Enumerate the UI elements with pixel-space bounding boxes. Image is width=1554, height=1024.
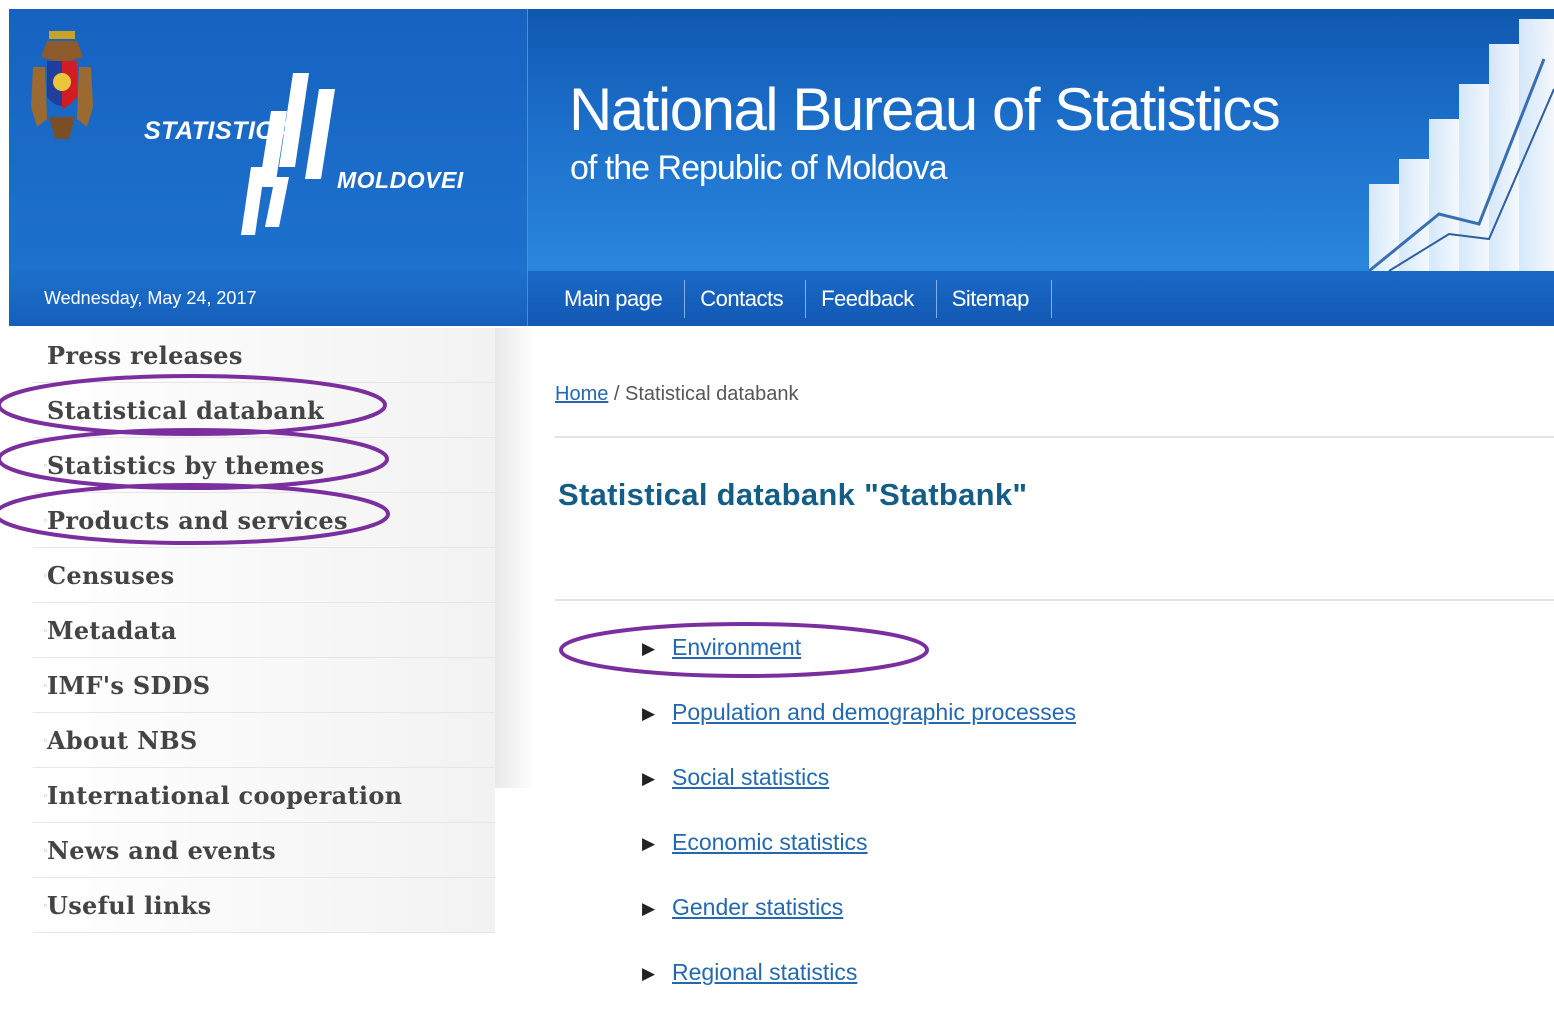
page-title: Statistical databank "Statbank": [558, 477, 1028, 512]
bullet-icon: ▫: [43, 735, 47, 745]
nav-contacts[interactable]: Contacts: [685, 279, 807, 318]
nav-sitemap[interactable]: Sitemap: [937, 279, 1052, 318]
sidebar-shadow: [495, 328, 535, 788]
category-link-gender-statistics[interactable]: Gender statistics: [672, 894, 843, 921]
sidebar-menu: Press releases Statistical databank ▫ St…: [33, 328, 495, 933]
sidebar-item-useful-links[interactable]: ▫ Useful links: [33, 878, 495, 933]
nav-main-page[interactable]: Main page: [549, 279, 686, 318]
sidebar-item-label: Useful links: [47, 890, 212, 920]
category-link-regional-statistics[interactable]: Regional statistics: [672, 959, 857, 986]
current-date: Wednesday, May 24, 2017: [44, 288, 257, 308]
databank-category-list: ▶ Environment ▶ Population and demograph…: [642, 634, 1076, 1024]
bullet-icon: ▫: [43, 845, 47, 855]
sidebar-item-label: International cooperation: [47, 780, 403, 810]
sidebar-item-label: Statistics by themes: [47, 450, 325, 480]
nav-feedback[interactable]: Feedback: [806, 279, 937, 318]
triangle-right-icon: ▶: [642, 639, 656, 658]
bullet-icon: ▫: [43, 790, 47, 800]
breadcrumb-separator: /: [608, 383, 626, 405]
category-link-economic-statistics[interactable]: Economic statistics: [672, 829, 868, 856]
list-item: ▶ Regional statistics: [642, 959, 1076, 1024]
top-navigation-bar: Wednesday, May 24, 2017 Main page Contac…: [9, 271, 1554, 326]
bullet-icon: ▫: [43, 900, 47, 910]
bullet-icon: ▫: [43, 680, 47, 690]
top-nav-menu: Main page Contacts Feedback Sitemap: [549, 271, 1052, 326]
sidebar-item-international-cooperation[interactable]: ▫ International cooperation: [33, 768, 495, 823]
sidebar-item-label: Statistical databank: [47, 395, 324, 425]
sidebar-item-label: About NBS: [47, 725, 198, 755]
triangle-right-icon: ▶: [642, 704, 656, 723]
sidebar-item-imf-sdds[interactable]: ▫ IMF's SDDS: [33, 658, 495, 713]
sidebar-item-statistical-databank[interactable]: Statistical databank: [33, 383, 495, 438]
triangle-right-icon: ▶: [642, 899, 656, 918]
breadcrumb: Home / Statistical databank: [555, 383, 798, 406]
list-item: ▶ Economic statistics: [642, 829, 1076, 894]
triangle-right-icon: ▶: [642, 964, 656, 983]
bullet-icon: ▫: [43, 515, 47, 525]
sidebar-item-press-releases[interactable]: Press releases: [33, 328, 495, 383]
sidebar-item-metadata[interactable]: ▫ Metadata: [33, 603, 495, 658]
date-cell: Wednesday, May 24, 2017: [9, 271, 528, 326]
triangle-right-icon: ▶: [642, 769, 656, 788]
moldova-coat-of-arms-icon: [31, 31, 93, 139]
sidebar-item-censuses[interactable]: ▫ Censuses: [33, 548, 495, 603]
site-header: STATISTICA MOLDOVEI National Bureau of S…: [9, 9, 1554, 271]
sidebar-item-label: IMF's SDDS: [47, 670, 211, 700]
list-item: ▶ Social statistics: [642, 764, 1076, 829]
bullet-icon: ▫: [43, 570, 47, 580]
divider: [555, 436, 1554, 438]
growth-chart-illustration-icon: [1368, 19, 1554, 271]
triangle-right-icon: ▶: [642, 834, 656, 853]
sidebar-item-label: Press releases: [47, 340, 243, 370]
sidebar-item-about-nbs[interactable]: ▫ About NBS: [33, 713, 495, 768]
list-item: ▶ Population and demographic processes: [642, 699, 1076, 764]
category-link-social-statistics[interactable]: Social statistics: [672, 764, 829, 791]
sidebar-item-news-and-events[interactable]: ▫ News and events: [33, 823, 495, 878]
divider: [555, 599, 1554, 601]
breadcrumb-home-link[interactable]: Home: [555, 383, 608, 405]
list-item: ▶ Environment: [642, 634, 1076, 699]
sidebar-item-label: Censuses: [47, 560, 175, 590]
site-subtitle: of the Republic of Moldova: [570, 149, 948, 187]
brand-moldovei: MOLDOVEI: [337, 167, 464, 193]
bullet-icon: ▫: [43, 460, 47, 470]
sidebar-item-label: Products and services: [47, 505, 348, 535]
sidebar-item-label: News and events: [47, 835, 276, 865]
statistica-bars-logo-icon: [241, 73, 335, 235]
category-link-environment[interactable]: Environment: [672, 634, 801, 661]
list-item: ▶ Gender statistics: [642, 894, 1076, 959]
site-title: National Bureau of Statistics: [569, 76, 1281, 143]
category-link-population[interactable]: Population and demographic processes: [672, 699, 1076, 726]
sidebar-item-label: Metadata: [47, 615, 177, 645]
sidebar-item-products-and-services[interactable]: ▫ Products and services: [33, 493, 495, 548]
logo-panel[interactable]: STATISTICA MOLDOVEI: [9, 9, 528, 271]
bullet-icon: ▫: [43, 625, 47, 635]
sidebar-item-statistics-by-themes[interactable]: ▫ Statistics by themes: [33, 438, 495, 493]
breadcrumb-current: Statistical databank: [625, 383, 799, 405]
